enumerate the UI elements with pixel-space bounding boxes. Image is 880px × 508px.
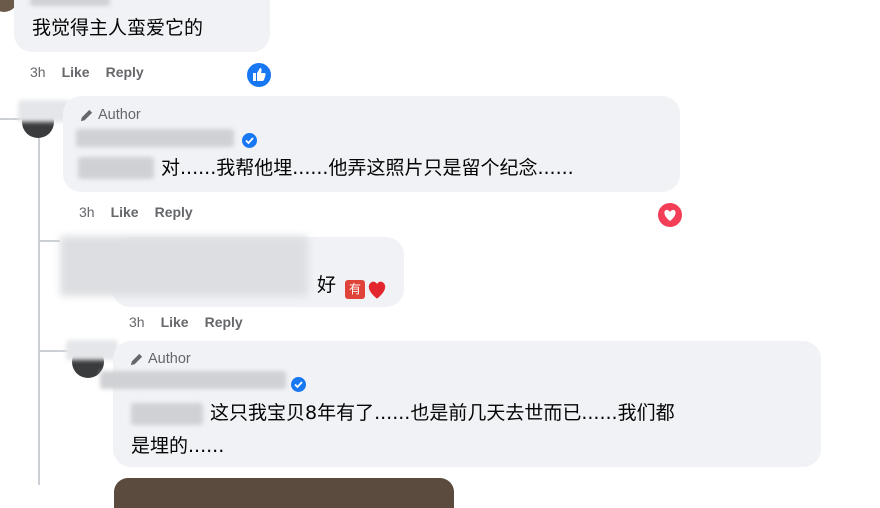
mention-redacted <box>78 157 154 179</box>
thread-line-branch-3 <box>38 350 68 352</box>
comment-time[interactable]: 3h <box>79 204 95 220</box>
comment-actions: 3h Like Reply <box>30 64 144 80</box>
love-icon[interactable] <box>656 201 684 229</box>
author-badge: Author <box>79 107 141 123</box>
author-badge-label: Author <box>148 351 191 367</box>
comment-actions: 3h Like Reply <box>129 314 243 330</box>
comment-text: 好 <box>317 274 337 296</box>
comment-text-line1: 这只我宝贝8年有了......也是前几天去世而已......我们都 <box>210 402 675 424</box>
commenter-name-redacted <box>30 0 110 6</box>
author-badge: Author <box>129 351 191 367</box>
author-badge-label: Author <box>98 107 141 123</box>
red-heart-icon <box>368 281 386 299</box>
commenter-redacted[interactable] <box>60 236 308 296</box>
like-icon[interactable] <box>245 61 273 89</box>
pencil-icon <box>130 353 143 365</box>
avatar-redacted <box>66 340 118 360</box>
reply-button[interactable]: Reply <box>155 204 193 220</box>
reply-button[interactable]: Reply <box>106 64 144 80</box>
emoji-you-label: 有 <box>348 282 361 296</box>
like-button[interactable]: Like <box>161 314 189 330</box>
thread-line-main <box>38 125 40 485</box>
like-button[interactable]: Like <box>62 64 90 80</box>
author-name-redacted[interactable] <box>76 129 234 147</box>
comment-text-line2: 是埋的...... <box>131 435 225 457</box>
verified-badge-icon <box>291 377 306 392</box>
comment-actions: 3h Like Reply <box>79 204 193 220</box>
thread-line-branch-2 <box>38 240 60 242</box>
comment-time[interactable]: 3h <box>129 314 145 330</box>
pencil-icon <box>80 109 93 121</box>
comment-text: 我觉得主人蛮爱它的 <box>32 17 204 39</box>
comment-time[interactable]: 3h <box>30 64 46 80</box>
reply-button[interactable]: Reply <box>205 314 243 330</box>
mention-redacted <box>131 403 203 425</box>
like-button[interactable]: Like <box>111 204 139 220</box>
attached-image-preview[interactable] <box>114 478 454 508</box>
comment-text: 对......我帮他埋......他弄这照片只是留个纪念...... <box>161 157 574 179</box>
author-name-redacted[interactable] <box>100 371 286 389</box>
emoji-you-icon: 有 <box>345 280 365 299</box>
verified-badge-icon <box>242 133 257 148</box>
